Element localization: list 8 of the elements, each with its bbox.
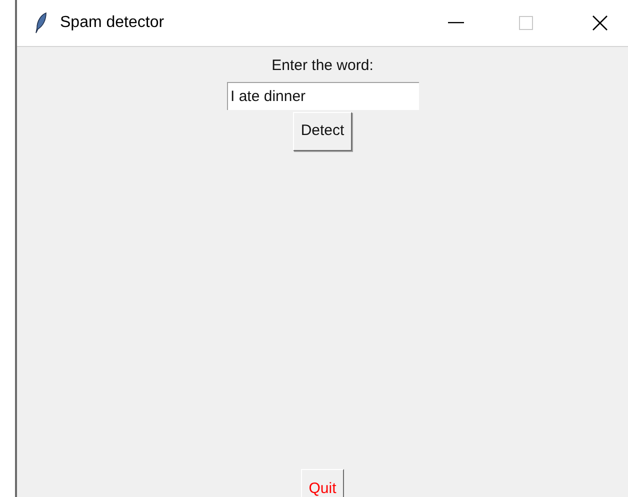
close-icon[interactable] [592, 15, 608, 31]
window-title: Spam detector [60, 13, 164, 33]
feather-icon [35, 12, 47, 34]
prompt-label: Enter the word: [272, 56, 374, 76]
quit-button[interactable]: Quit [300, 469, 344, 497]
detect-button[interactable]: Detect [292, 112, 352, 150]
word-field[interactable]: I ate dinner [226, 82, 418, 110]
minimize-icon[interactable] [448, 22, 464, 24]
